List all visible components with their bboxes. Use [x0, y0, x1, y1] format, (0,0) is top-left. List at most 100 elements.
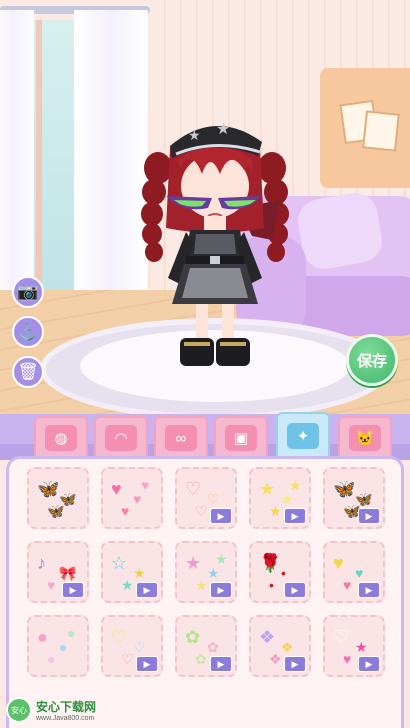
camera-icon: 📷: [17, 282, 39, 301]
site-watermark: 安心 安心下载网 www.Java800.com: [6, 696, 116, 724]
camera-button[interactable]: 📷: [12, 276, 44, 308]
glasses-icon: ∞: [165, 425, 197, 451]
sticker-glyph: ★: [195, 577, 208, 593]
item-preview: 🦋 🦋 🦋: [29, 469, 87, 527]
sticker-glyph: ☆: [111, 553, 128, 573]
sticker-glyph: ♥: [47, 577, 56, 593]
sticker-glyph: ●: [59, 639, 68, 655]
sticker-glyph: ♡: [333, 627, 350, 647]
sticker-glyph: ♥: [355, 565, 364, 581]
watch-video-icon: ▶: [136, 582, 158, 598]
item-stars-yellow[interactable]: ★ ★ ★ ★ ▶: [249, 467, 311, 529]
sticker-glyph: ★: [121, 577, 134, 593]
cork-board: [320, 68, 410, 188]
sticker-glyph: ♡: [185, 479, 202, 499]
watermark-url: www.Java800.com: [36, 715, 95, 722]
item-music-bow[interactable]: ♪ 🎀 ♥ ▶: [27, 541, 89, 603]
sticker-glyph: ♥: [121, 503, 130, 519]
sticker-glyph: ♡: [111, 627, 128, 647]
watermark-logo: 安心: [6, 697, 32, 723]
sticker-glyph: ♡: [121, 651, 134, 667]
sticker-glyph: 🦋: [47, 503, 65, 519]
sticker-glyph: 🦋: [37, 479, 60, 499]
sticker-glyph: ♡: [133, 639, 146, 655]
tab-pets[interactable]: 🐱: [338, 416, 392, 460]
watch-video-icon: ▶: [284, 508, 306, 524]
sticker-glyph: •: [269, 577, 274, 593]
item-hearts-neon[interactable]: ♡ ♡ ♡ ▶: [101, 615, 163, 677]
sticker-glyph: ★: [355, 639, 368, 655]
background-icon: ▣: [225, 425, 257, 451]
sticker-glyph: ★: [289, 477, 302, 493]
watch-video-icon: ▶: [284, 656, 306, 672]
pet-icon: 🐱: [349, 425, 381, 451]
hanger-button[interactable]: ⚓: [12, 316, 44, 348]
watch-video-icon: ▶: [358, 508, 380, 524]
item-preview: ♥ ♥ ♥ ♥: [103, 469, 161, 527]
sticker-glyph: 🦋: [333, 479, 356, 499]
sticker-glyph: 🎀: [59, 565, 77, 581]
doll-character[interactable]: ★ ★: [140, 108, 290, 378]
item-rose-red[interactable]: 🌹 • • ▶: [249, 541, 311, 603]
trash-button[interactable]: 🗑: [12, 356, 44, 388]
sticker-glyph: ★: [259, 479, 276, 499]
tab-headband[interactable]: ◠: [94, 416, 148, 460]
item-butterflies-blue[interactable]: 🦋 🦋 🦋: [27, 467, 89, 529]
item-hearts-pink[interactable]: ♥ ♥ ♥ ♥: [101, 467, 163, 529]
sticker-glyph: ♥: [141, 477, 150, 493]
item-hearts-glow[interactable]: ♥ ♥ ♥ ▶: [323, 541, 385, 603]
tab-background[interactable]: ▣: [214, 416, 268, 460]
sticker-glyph: ❖: [259, 627, 276, 647]
sticker-glyph: ♪: [37, 553, 46, 573]
sticker-glyph: ★: [215, 551, 228, 567]
curtain-left: [0, 10, 34, 310]
tab-makeup[interactable]: ◍: [34, 416, 88, 460]
item-preview: ● ● ● ●: [29, 617, 87, 675]
hanger-icon: ⚓: [17, 322, 39, 341]
sticker-glyph: ✿: [195, 651, 207, 667]
sticker-glyph: ❖: [269, 651, 282, 667]
item-candy-wrappers[interactable]: ❖ ❖ ❖ ▶: [249, 615, 311, 677]
watch-video-icon: ▶: [358, 582, 380, 598]
category-tab-bar: ◍ ◠ ∞ ▣ ✦ 🐱: [0, 412, 410, 460]
item-flowers-green[interactable]: ✿ ✿ ✿ ▶: [175, 615, 237, 677]
sticker-glyph: ★: [269, 503, 282, 519]
watch-video-icon: ▶: [210, 582, 232, 598]
sticker-glyph: ♥: [333, 553, 344, 573]
sticker-glyph: ♡: [207, 491, 220, 507]
item-hearts-outline[interactable]: ♡ ♡ ♡ ▶: [175, 467, 237, 529]
sticker-glyph: ♥: [133, 491, 142, 507]
item-stars-pastel[interactable]: ★ ★ ★ ★ ▶: [175, 541, 237, 603]
watch-video-icon: ▶: [284, 582, 306, 598]
watch-video-icon: ▶: [210, 508, 232, 524]
sticker-glyph: 🌹: [259, 553, 282, 573]
sticker-glyph: ●: [37, 627, 48, 647]
item-bubbles[interactable]: ● ● ● ●: [27, 615, 89, 677]
sticker-glyph: ★: [133, 565, 146, 581]
sticker-glyph: ✿: [185, 627, 201, 647]
sticker-glyph: ♥: [343, 651, 352, 667]
item-stars-neon[interactable]: ☆ ★ ★ ▶: [101, 541, 163, 603]
makeup-icon: ◍: [45, 425, 77, 451]
trash-icon: 🗑: [17, 362, 39, 381]
sticker-glyph: ♥: [343, 577, 352, 593]
headband-icon: ◠: [105, 425, 137, 451]
watch-video-icon: ▶: [136, 656, 158, 672]
sticker-glyph: ♥: [111, 479, 122, 499]
svg-text:★: ★: [188, 127, 201, 143]
tab-glasses[interactable]: ∞: [154, 416, 208, 460]
save-button[interactable]: 保存: [346, 334, 398, 386]
curtain-right: [74, 10, 148, 310]
item-hearts-magenta[interactable]: ♡ ★ ♥ ▶: [323, 615, 385, 677]
sticker-glyph: ★: [185, 553, 202, 573]
svg-text:★: ★: [216, 121, 230, 138]
sticker-glyph: ♡: [195, 503, 208, 519]
tab-effects[interactable]: ✦: [276, 412, 330, 460]
item-panel: 🦋 🦋 🦋 ♥ ♥ ♥ ♥ ♡ ♡ ♡ ▶ ★ ★ ★ ★ ▶ 🦋 🦋 🦋 ▶ ♪ 🎀 ♥ ▶ ☆ ★ ★ ▶ ★ ★ ★ ★ ▶ 🌹 • • ▶ ♥ ♥ ♥…: [6, 456, 404, 728]
sticker-glyph: ❖: [281, 639, 294, 655]
watch-video-icon: ▶: [358, 656, 380, 672]
item-butterflies-mix[interactable]: 🦋 🦋 🦋 ▶: [323, 467, 385, 529]
sticker-glyph: ●: [67, 625, 76, 641]
watermark-title: 安心下载网: [36, 700, 97, 714]
watch-video-icon: ▶: [62, 582, 84, 598]
